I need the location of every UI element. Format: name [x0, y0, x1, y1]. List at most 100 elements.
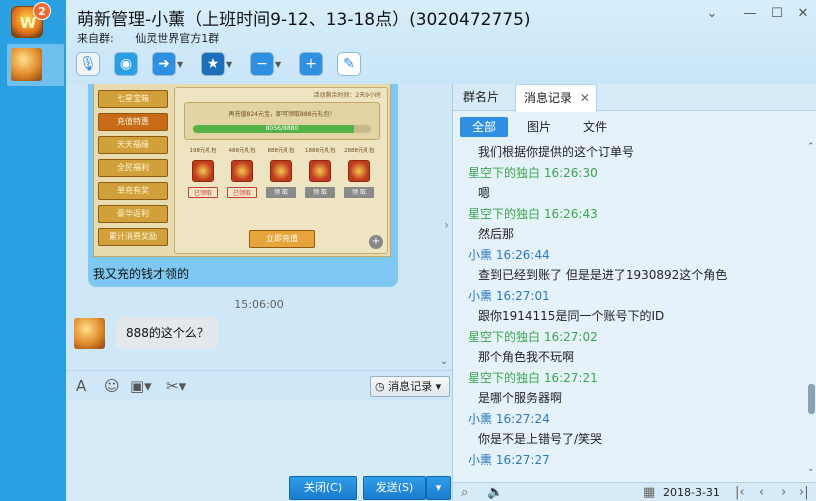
history-sender-line: 星空下的独白 16:26:30 — [468, 165, 598, 180]
speaker-icon[interactable]: 🔈 — [487, 484, 503, 501]
window-title: 萌新管理-小薰（上班时间9-12、13-18点）(3020472775) — [77, 10, 531, 30]
text-message: 888的这个么？ — [116, 317, 219, 349]
gift-name: 888元礼包 — [267, 148, 295, 154]
chevron-up-icon[interactable]: ⌃ — [807, 142, 815, 152]
recharge-box: 再充值824元宝，即可领取888元礼包！ 8056/8880 — [184, 102, 380, 140]
filter-images[interactable]: 图片 — [517, 117, 561, 137]
game-panel: 活动剩余时间：2天9小时 再充值824元宝，即可领取888元礼包！ 8056/8… — [174, 87, 388, 254]
game-screenshot[interactable]: 七星宝箱 充值特惠 天天福缘 全民福利 单充有奖 豪华返利 累计消费奖励 活动剩余时间：2天… — [93, 84, 391, 257]
history-sender-line: 小熏 16:27:24 — [468, 411, 550, 426]
chevron-down-icon: ▾ — [435, 380, 442, 393]
next-page-icon[interactable]: › — [781, 484, 786, 501]
gift-name: 2888元礼包 — [344, 148, 375, 154]
gift-name: 198元礼包 — [189, 148, 217, 154]
chevron-right-icon[interactable]: › — [441, 215, 452, 235]
group-notice-icon: ✎ — [337, 52, 361, 76]
history-scrollbar[interactable]: ⌃ ⌄ — [805, 142, 816, 478]
game-menu-item: 单充有奖 — [98, 182, 168, 200]
first-page-icon[interactable]: |‹ — [735, 484, 745, 501]
chevron-down-icon[interactable]: ⌄ — [440, 356, 448, 367]
active-contact-tile[interactable] — [7, 44, 64, 86]
chat-header: 萌新管理-小薰（上班时间9-12、13-18点）(3020472775) 来自群… — [66, 0, 816, 84]
voice-call-icon: 🎙 — [76, 52, 100, 76]
gift-item: 888元礼包领 取 — [266, 146, 296, 198]
remove-member-button[interactable]: − ▼ — [250, 50, 285, 78]
side-tabs: 群名片 消息记录 ✕ — [453, 84, 816, 112]
gift-name: 488元礼包 — [228, 148, 256, 154]
close-icon[interactable]: ✕ — [580, 91, 590, 105]
minimize-icon[interactable]: — — [741, 6, 759, 22]
history-footer: ⌕ 🔈 ▦ 2018-3-31 |‹ ‹ › ›| — [453, 482, 816, 501]
recharge-message: 再充值824元宝，即可领取888元礼包！ — [228, 111, 336, 118]
close-icon[interactable]: ✕ — [794, 6, 812, 22]
recharge-progress: 8056/8880 — [193, 125, 371, 133]
source-group: 来自群: 仙灵世界官方1群 — [77, 30, 219, 46]
gift-action: 领 取 — [266, 187, 296, 198]
chevron-down-icon[interactable]: ▼ — [226, 60, 236, 69]
chat-messages[interactable]: 七星宝箱 充值特惠 天天福缘 全民福利 单充有奖 豪华返利 累计消费奖励 活动剩余时间：2天… — [66, 84, 452, 370]
tab-group-card[interactable]: 群名片 — [463, 84, 499, 111]
tab-message-history[interactable]: 消息记录 ✕ — [515, 84, 597, 112]
gift-box-icon — [192, 160, 214, 182]
chevron-down-icon[interactable]: ▼ — [275, 60, 285, 69]
send-options-chevron-icon[interactable]: ▾ — [426, 476, 451, 500]
chevron-down-icon[interactable]: ⌄ — [703, 6, 721, 22]
font-icon[interactable]: A — [76, 376, 86, 396]
group-notice-button[interactable]: ✎ — [337, 50, 361, 78]
source-group-name[interactable]: 仙灵世界官方1群 — [135, 32, 219, 45]
gift-box-icon — [348, 160, 370, 182]
video-call-button[interactable]: ◉ — [114, 50, 138, 78]
image-message[interactable]: 七星宝箱 充值特惠 天天福缘 全民福利 单充有奖 豪华返利 累计消费奖励 活动剩余时间：2天… — [88, 84, 398, 287]
file-transfer-button[interactable]: ➜ ▼ — [152, 50, 187, 78]
scrollbar-thumb[interactable] — [808, 384, 815, 414]
side-panel: 群名片 消息记录 ✕ 全部 图片 文件 我们根据你提供的这个订单号星空下的独白 … — [452, 84, 816, 501]
gift-box-icon — [270, 160, 292, 182]
search-icon[interactable]: ⌕ — [461, 484, 468, 501]
voice-call-button[interactable]: 🎙 — [76, 50, 100, 78]
avatar[interactable] — [74, 318, 105, 349]
remote-assist-button[interactable]: ★ ▼ — [201, 50, 236, 78]
charge-now-button: 立即充值 — [249, 230, 315, 248]
send-button[interactable]: 发送(S) — [363, 476, 426, 500]
input-toolbar: A ☺ ▣▾ ✂▾ ◷ 消息记录 ▾ — [66, 370, 452, 400]
history-sender-line: 小熏 16:26:44 — [468, 247, 550, 262]
history-button[interactable]: ◷ 消息记录 ▾ — [370, 376, 450, 397]
history-sender-line: 小熏 16:27:27 — [468, 452, 550, 467]
send-row: 关闭(C) 发送(S) ▾ — [66, 476, 452, 501]
remove-member-icon: − — [250, 52, 274, 76]
gift-list: 198元礼包已领取 488元礼包已领取 888元礼包领 取 1888元礼包领 取 288… — [184, 146, 380, 228]
history-message: 查到已经到账了 但是是进了1930892这个角色 — [478, 268, 728, 282]
history-sender-line: 星空下的独白 16:27:21 — [468, 370, 598, 385]
game-menu-item: 全民福利 — [98, 159, 168, 177]
filter-all[interactable]: 全部 — [460, 117, 508, 137]
close-button[interactable]: 关闭(C) — [289, 476, 357, 500]
history-sender-line: 小熏 16:27:01 — [468, 288, 550, 303]
activity-remaining: 活动剩余时间：2天9小时 — [313, 92, 381, 99]
video-call-icon: ◉ — [114, 52, 138, 76]
progress-text: 8056/8880 — [265, 125, 299, 132]
history-log[interactable]: 我们根据你提供的这个订单号 星空下的独白 16:26:30 嗯星空下的独白 16:2… — [453, 142, 805, 478]
screenshot-scissors-icon[interactable]: ✂▾ — [166, 376, 186, 396]
game-menu-item: 七星宝箱 — [98, 90, 168, 108]
history-message: 你是不是上错号了/笑哭 — [478, 432, 603, 446]
last-page-icon[interactable]: ›| — [799, 484, 809, 501]
add-member-button[interactable]: + — [299, 50, 323, 78]
chevron-down-icon[interactable]: ⌄ — [807, 464, 815, 474]
image-icon[interactable]: ▣▾ — [130, 376, 152, 396]
maximize-icon[interactable]: ☐ — [768, 6, 786, 22]
gift-action: 已领取 — [188, 187, 218, 198]
gift-name: 1888元礼包 — [305, 148, 336, 154]
calendar-icon[interactable]: ▦ — [643, 484, 655, 501]
game-menu-item: 豪华返利 — [98, 205, 168, 223]
chevron-down-icon[interactable]: ▼ — [177, 60, 187, 69]
message-timestamp: 15:06:00 — [234, 298, 284, 311]
prev-page-icon[interactable]: ‹ — [759, 484, 764, 501]
filter-files[interactable]: 文件 — [573, 117, 617, 137]
gift-action: 已领取 — [227, 187, 257, 198]
gift-item: 2888元礼包领 取 — [344, 146, 375, 198]
game-menu: 七星宝箱 充值特惠 天天福缘 全民福利 单充有奖 豪华返利 累计消费奖励 — [98, 90, 168, 251]
history-message: 我们根据你提供的这个订单号 — [478, 145, 635, 159]
emoji-icon[interactable]: ☺ — [104, 376, 120, 396]
zoom-in-icon[interactable]: + — [369, 235, 383, 249]
history-message: 跟你1914115是同一个账号下的ID — [478, 309, 665, 323]
